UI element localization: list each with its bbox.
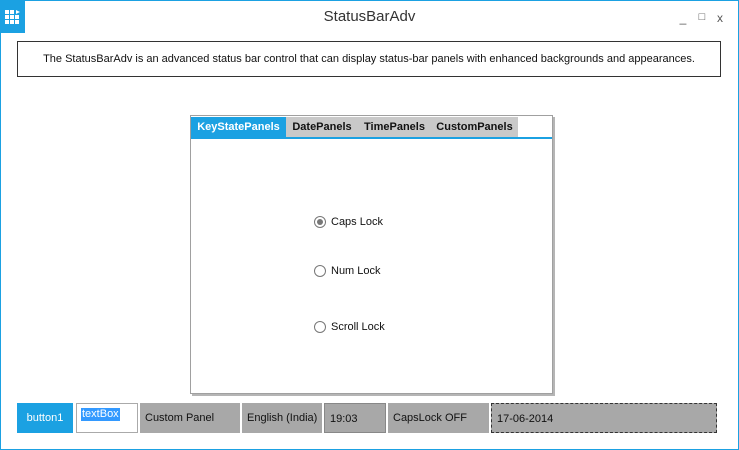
close-button[interactable]: x bbox=[713, 11, 727, 25]
tab-custompanels[interactable]: CustomPanels bbox=[431, 117, 518, 137]
maximize-button[interactable]: □ bbox=[695, 11, 709, 23]
statusbar-button[interactable]: button1 bbox=[17, 403, 73, 433]
main-window: StatusBarAdv _ □ x The StatusBarAdv is a… bbox=[0, 0, 739, 450]
window-title: StatusBarAdv bbox=[323, 8, 416, 25]
tab-strip: KeyStatePanels DatePanels TimePanels Cus… bbox=[191, 116, 552, 139]
scroll-lock-radio[interactable]: Scroll Lock bbox=[314, 319, 385, 335]
num-lock-label: Num Lock bbox=[331, 265, 381, 277]
caps-lock-radio[interactable]: Caps Lock bbox=[314, 214, 383, 230]
radio-unchecked-icon bbox=[314, 321, 326, 333]
num-lock-radio[interactable]: Num Lock bbox=[314, 263, 381, 279]
minimize-button[interactable]: _ bbox=[676, 11, 690, 25]
language-panel: English (India) bbox=[242, 403, 322, 433]
statusbar-textbox-value: textBox bbox=[81, 408, 120, 421]
status-bar: button1 textBox Custom Panel English (In… bbox=[17, 403, 717, 433]
custom-panel: Custom Panel bbox=[140, 403, 240, 433]
tab-timepanels[interactable]: TimePanels bbox=[358, 117, 431, 137]
radio-unchecked-icon bbox=[314, 265, 326, 277]
tab-control: KeyStatePanels DatePanels TimePanels Cus… bbox=[190, 115, 553, 394]
date-panel: 17-06-2014 bbox=[491, 403, 717, 433]
description-label: The StatusBarAdv is an advanced status b… bbox=[17, 41, 721, 77]
radio-checked-icon bbox=[314, 216, 326, 228]
statusbar-textbox[interactable]: textBox bbox=[76, 403, 138, 433]
caps-lock-label: Caps Lock bbox=[331, 216, 383, 228]
tab-keystatepanels[interactable]: KeyStatePanels bbox=[191, 117, 286, 137]
tab-datepanels[interactable]: DatePanels bbox=[286, 117, 358, 137]
scroll-lock-label: Scroll Lock bbox=[331, 321, 385, 333]
time-panel: 19:03 bbox=[324, 403, 386, 433]
capslock-panel: CapsLock OFF bbox=[388, 403, 489, 433]
